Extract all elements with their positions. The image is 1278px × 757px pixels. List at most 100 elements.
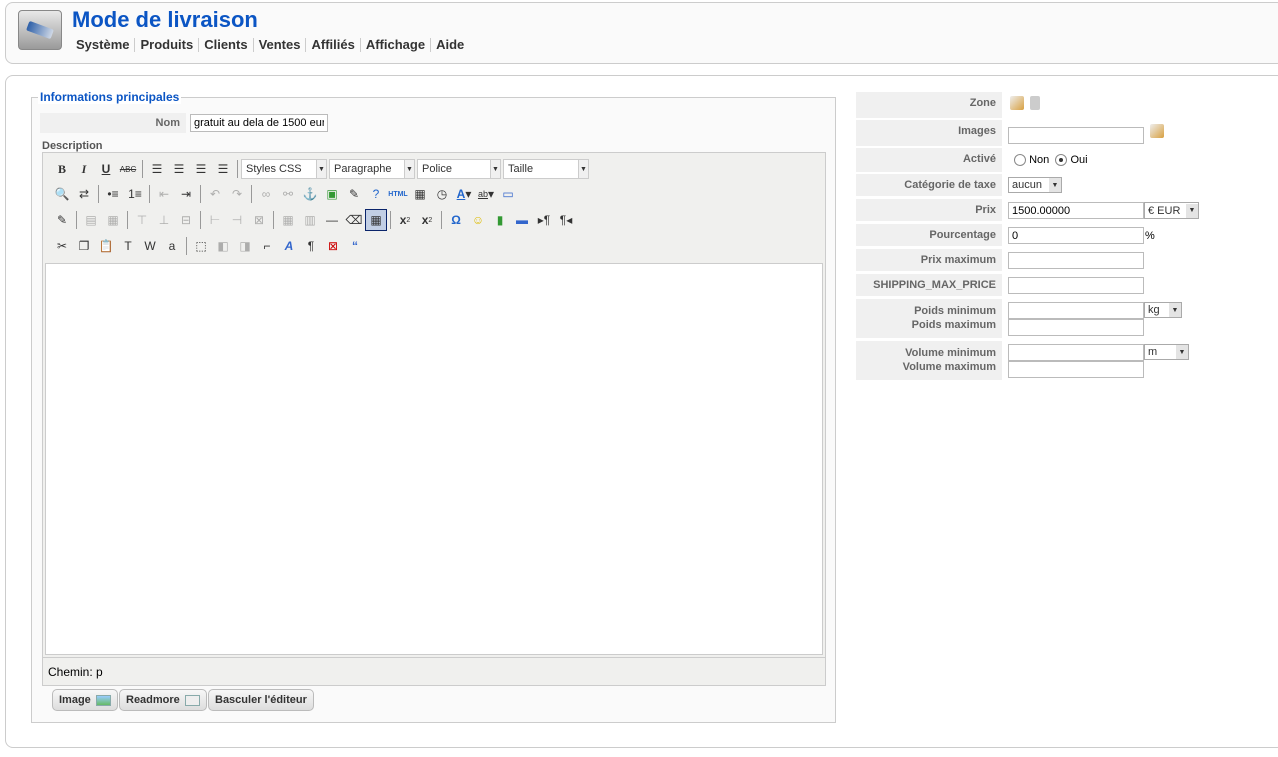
align-right-icon[interactable]: ☰	[190, 158, 212, 180]
insert-layer-icon[interactable]: ⬚	[190, 235, 212, 257]
html-icon[interactable]: HTML	[387, 183, 409, 205]
weight-min-input[interactable]	[1008, 302, 1144, 319]
cleanup-icon[interactable]: ✎	[343, 183, 365, 205]
nonbreaking-icon[interactable]: ⊠	[322, 235, 344, 257]
currency-select[interactable]: € EUR ▼	[1144, 202, 1199, 219]
ltr-icon[interactable]: ▸¶	[533, 209, 555, 231]
edit-icon[interactable]	[1010, 96, 1024, 110]
edit-images-icon[interactable]	[1150, 124, 1164, 138]
volume-max-input[interactable]	[1008, 361, 1144, 378]
shipping-max-input[interactable]	[1008, 277, 1144, 294]
menu-clients[interactable]: Clients	[198, 38, 252, 52]
advhr-icon[interactable]: ▬	[511, 209, 533, 231]
menu-ventes[interactable]: Ventes	[252, 38, 306, 52]
max-price-input[interactable]	[1008, 252, 1144, 269]
weight-unit-select[interactable]: kg ▼	[1144, 302, 1182, 318]
select-all-icon[interactable]: a	[161, 235, 183, 257]
anchor-icon[interactable]: ⚓	[299, 183, 321, 205]
editor-content-area[interactable]	[45, 263, 823, 655]
numbered-list-icon[interactable]: 1≡	[124, 183, 146, 205]
insert-date-icon[interactable]: ▦	[409, 183, 431, 205]
menu-affilies[interactable]: Affiliés	[305, 38, 359, 52]
absolute-icon[interactable]: ⌐	[256, 235, 278, 257]
cut-icon[interactable]: ✂	[51, 235, 73, 257]
volume-unit-select[interactable]: m ▼	[1144, 344, 1189, 360]
price-input[interactable]	[1008, 202, 1144, 219]
cell-props-icon[interactable]: ▦	[102, 209, 124, 231]
replace-icon[interactable]: ⇄	[73, 183, 95, 205]
image-icon[interactable]: ▣	[321, 183, 343, 205]
media-icon[interactable]: ▮	[489, 209, 511, 231]
images-input[interactable]	[1008, 127, 1144, 144]
paste-word-icon[interactable]: W	[139, 235, 161, 257]
help-icon[interactable]: ?	[365, 183, 387, 205]
show-blocks-icon[interactable]: ¶	[300, 235, 322, 257]
visual-aid-icon[interactable]: ▦	[365, 209, 387, 231]
editor-select-3[interactable]: Taille ▼	[503, 159, 589, 179]
underline-icon[interactable]: U	[95, 158, 117, 180]
outdent-icon[interactable]: ⇤	[153, 183, 175, 205]
subscript-icon[interactable]: x2	[394, 209, 416, 231]
paste-icon[interactable]: 📋	[95, 235, 117, 257]
split-cells-icon[interactable]: ▦	[277, 209, 299, 231]
insert-row-after-icon[interactable]: ⊥	[153, 209, 175, 231]
find-icon[interactable]: 🔍	[51, 183, 73, 205]
styleprops-icon[interactable]: A	[278, 235, 300, 257]
italic-icon[interactable]: I	[73, 158, 95, 180]
tax-select[interactable]: aucun ▼	[1008, 177, 1062, 193]
move-backward-icon[interactable]: ◨	[234, 235, 256, 257]
highlight-color-icon[interactable]: ab ▾	[475, 183, 497, 205]
image-button[interactable]: Image	[52, 689, 118, 711]
merge-cells-icon[interactable]: ▥	[299, 209, 321, 231]
editor-select-1[interactable]: Paragraphe ▼	[329, 159, 415, 179]
copy-icon[interactable]: ❐	[73, 235, 95, 257]
insert-row-before-icon[interactable]: ⊤	[131, 209, 153, 231]
editor-select-2[interactable]: Police ▼	[417, 159, 501, 179]
align-left-icon[interactable]: ☰	[146, 158, 168, 180]
readmore-button[interactable]: Readmore	[119, 689, 207, 711]
volume-min-input[interactable]	[1008, 344, 1144, 361]
menu-affichage[interactable]: Affichage	[359, 38, 430, 52]
strikethrough-icon[interactable]: ABC	[117, 158, 139, 180]
editor-select-0[interactable]: Styles CSS ▼	[241, 159, 327, 179]
insert-col-after-icon[interactable]: ⊣	[226, 209, 248, 231]
remove-format-icon[interactable]: ⌫	[343, 209, 365, 231]
nom-input[interactable]	[190, 114, 328, 132]
bullet-list-icon[interactable]: •≡	[102, 183, 124, 205]
rtl-icon[interactable]: ¶◂	[555, 209, 577, 231]
undo-icon[interactable]: ↶	[204, 183, 226, 205]
redo-icon[interactable]: ↷	[226, 183, 248, 205]
hr-icon[interactable]: —	[321, 209, 343, 231]
unlink-icon[interactable]: ⚯	[277, 183, 299, 205]
menu-aide[interactable]: Aide	[430, 38, 469, 52]
active-oui-radio[interactable]	[1055, 154, 1068, 167]
toggle-editor-button[interactable]: Basculer l'éditeur	[208, 689, 314, 711]
row-props-icon[interactable]: ▤	[80, 209, 102, 231]
menu-produits[interactable]: Produits	[134, 38, 198, 52]
menu-systeme[interactable]: Système	[71, 38, 134, 52]
align-center-icon[interactable]: ☰	[168, 158, 190, 180]
edit-table-icon[interactable]: ✎	[51, 209, 73, 231]
insert-time-icon[interactable]: ◷	[431, 183, 453, 205]
insert-col-before-icon[interactable]: ⊢	[204, 209, 226, 231]
emoticon-icon[interactable]: ☺	[467, 209, 489, 231]
paste-text-icon[interactable]: T	[117, 235, 139, 257]
indent-icon[interactable]: ⇥	[175, 183, 197, 205]
delete-row-icon[interactable]: ⊟	[175, 209, 197, 231]
move-forward-icon[interactable]: ◧	[212, 235, 234, 257]
link-icon[interactable]: ∞	[255, 183, 277, 205]
percentage-input[interactable]	[1008, 227, 1144, 244]
text-color-icon[interactable]: A ▾	[453, 183, 475, 205]
tax-row: Catégorie de taxe aucun ▼	[856, 174, 1216, 196]
superscript-icon[interactable]: x2	[416, 209, 438, 231]
special-char-icon[interactable]: Ω	[445, 209, 467, 231]
blockquote-icon[interactable]: “	[344, 235, 366, 257]
bold-icon[interactable]: B	[51, 158, 73, 180]
page-title: Mode de livraison	[72, 7, 258, 32]
active-non-radio[interactable]	[1014, 154, 1026, 167]
align-justify-icon[interactable]: ☰	[212, 158, 234, 180]
delete-col-icon[interactable]: ⊠	[248, 209, 270, 231]
weight-max-input[interactable]	[1008, 319, 1144, 336]
trash-icon[interactable]	[1030, 96, 1040, 110]
fullscreen-icon[interactable]: ▭	[497, 183, 519, 205]
